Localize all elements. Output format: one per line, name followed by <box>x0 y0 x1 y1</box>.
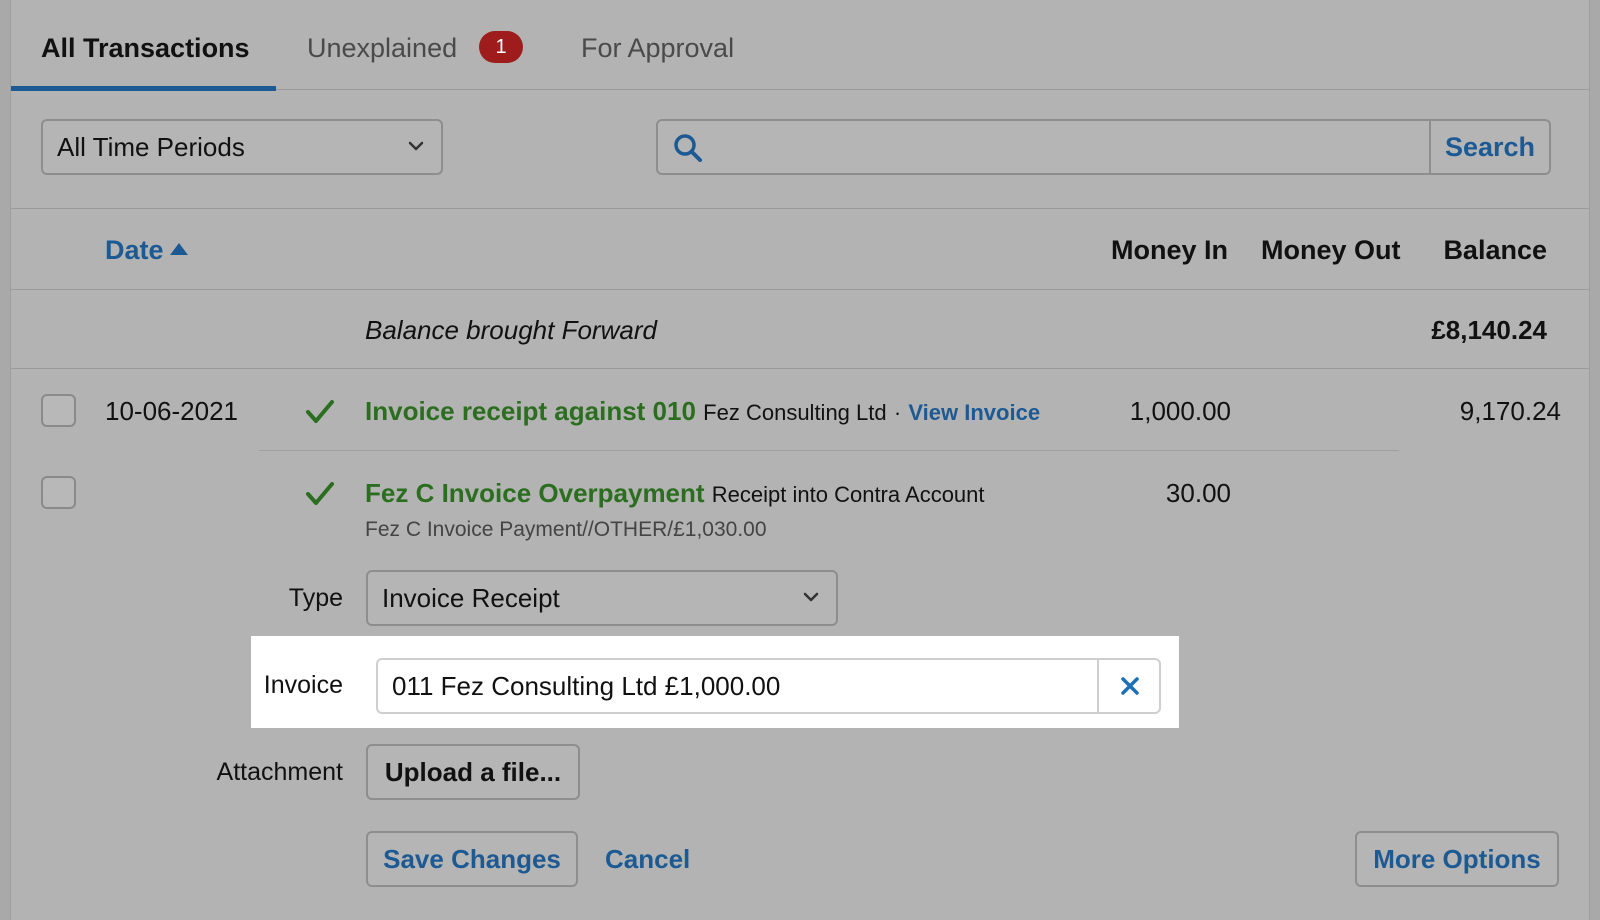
money-in-value: 1,000.00 <box>1129 396 1231 426</box>
transaction-date: 10-06-2021 <box>105 396 238 426</box>
time-period-select[interactable]: All Time Periods <box>41 119 443 175</box>
row-divider <box>259 450 1399 451</box>
tab-label: For Approval <box>581 33 735 63</box>
chevron-down-icon <box>408 141 424 151</box>
tab-label: Unexplained <box>307 33 458 63</box>
filter-bar: All Time Periods Search <box>11 91 1589 209</box>
search-icon <box>674 134 702 162</box>
bank-reference: Fez C Invoice Payment//OTHER/£1,030.00 <box>365 518 767 541</box>
unexplained-count-badge: 1 <box>479 30 524 63</box>
search-input[interactable] <box>718 121 1418 173</box>
checkmark-icon <box>306 482 334 505</box>
tab-all-transactions[interactable]: All Transactions <box>41 0 250 90</box>
separator: · <box>893 400 902 425</box>
view-invoice-link[interactable]: View Invoice <box>908 400 1040 425</box>
tab-for-approval[interactable]: For Approval <box>581 0 734 90</box>
transactions-panel: All Transactions Unexplained 1 For Approv… <box>10 0 1590 920</box>
more-options-button[interactable]: More Options <box>1355 831 1559 887</box>
transaction-description: Fez C Invoice Overpayment Receipt into C… <box>365 478 985 509</box>
save-changes-button[interactable]: Save Changes <box>366 831 578 887</box>
cancel-link[interactable]: Cancel <box>605 844 690 875</box>
invoice-value: 011 Fez Consulting Ltd £1,000.00 <box>392 671 781 701</box>
date-header-label: Date <box>105 235 164 265</box>
invoice-label: Invoice <box>263 671 343 699</box>
type-label: Type <box>288 584 343 612</box>
balance-forward-label: Balance brought Forward <box>365 315 657 345</box>
transaction-title: Invoice receipt against 010 <box>365 396 696 426</box>
type-select[interactable]: Invoice Receipt <box>366 570 838 626</box>
search-button[interactable]: Search <box>1429 121 1549 173</box>
money-in-column-header: Money In <box>1111 235 1229 265</box>
transaction-contact: Fez Consulting Ltd <box>703 400 887 425</box>
invoice-field[interactable]: 011 Fez Consulting Ltd £1,000.00 <box>376 658 1161 714</box>
attachment-label: Attachment <box>216 758 343 786</box>
balance-forward-row: Balance brought Forward £8,140.24 <box>11 291 1589 369</box>
table-header: Date Money In Money Out Balance <box>11 210 1589 290</box>
date-column-header[interactable]: Date <box>105 210 188 290</box>
transaction-description: Invoice receipt against 010 Fez Consulti… <box>365 396 1040 427</box>
balance-value: 9,170.24 <box>1459 396 1561 426</box>
balance-forward-amount: £8,140.24 <box>1431 315 1547 345</box>
money-in-value: 30.00 <box>1165 478 1231 508</box>
chevron-down-icon <box>803 592 819 602</box>
time-period-value: All Time Periods <box>57 132 245 162</box>
clear-invoice-button[interactable] <box>1097 660 1159 712</box>
type-value: Invoice Receipt <box>382 583 560 613</box>
transaction-title: Fez C Invoice Overpayment <box>365 478 705 508</box>
upload-file-button[interactable]: Upload a file... <box>366 744 580 800</box>
row-checkbox[interactable] <box>41 394 76 427</box>
search-field: Search <box>656 119 1551 175</box>
row-checkbox[interactable] <box>41 476 76 509</box>
sort-ascending-icon <box>169 243 188 255</box>
tab-unexplained[interactable]: Unexplained 1 <box>307 0 524 90</box>
close-icon <box>1121 677 1139 695</box>
money-out-column-header: Money Out <box>1261 235 1401 265</box>
checkmark-icon <box>306 400 334 423</box>
balance-column-header: Balance <box>1443 235 1547 265</box>
tab-label: All Transactions <box>41 33 250 63</box>
tab-bar: All Transactions Unexplained 1 For Approv… <box>11 0 1589 91</box>
transaction-contact: Receipt into Contra Account <box>711 482 985 507</box>
